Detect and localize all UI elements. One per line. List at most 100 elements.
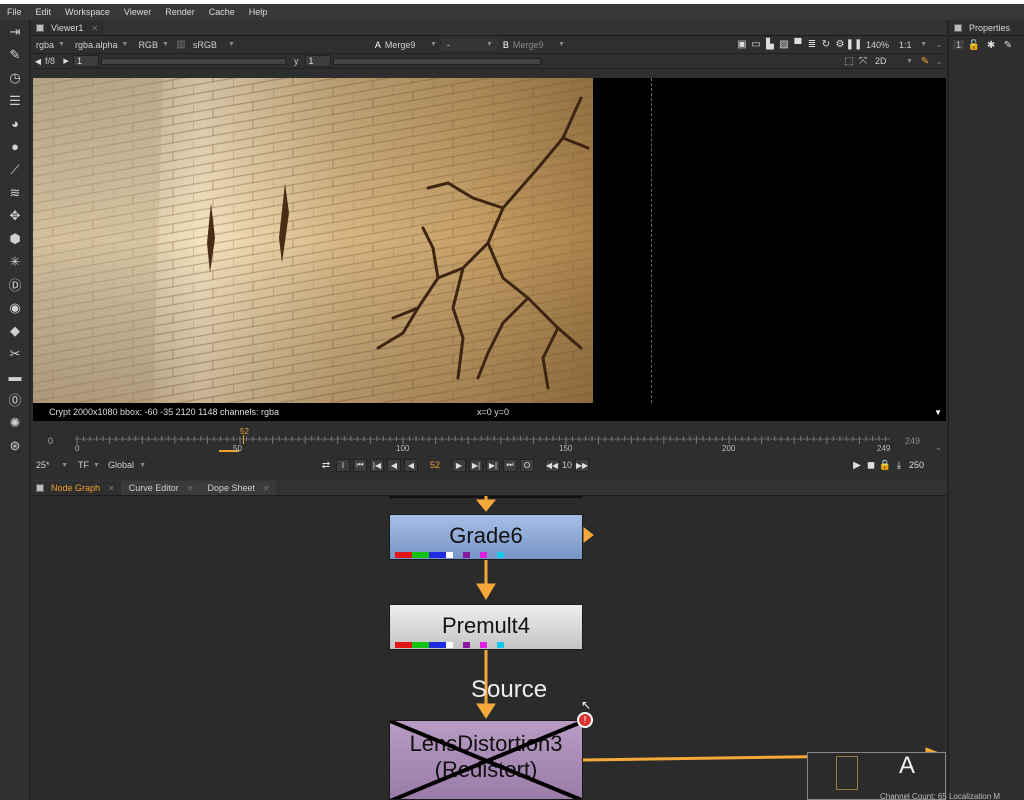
play-forward-button[interactable]: ▶	[452, 458, 466, 472]
3d-tools-icon[interactable]: ⬢	[0, 227, 30, 250]
color-tools-icon[interactable]: ◕	[0, 112, 30, 135]
input-a-dropdown[interactable]: A Merge9 ▼	[370, 38, 442, 51]
refresh-icon[interactable]: ↻	[819, 38, 833, 51]
clip-warning-icon[interactable]: ▥	[174, 38, 188, 51]
in-point-button[interactable]: I	[336, 458, 350, 472]
pause-icon[interactable]: ❚❚	[846, 38, 863, 51]
tf-dropdown[interactable]: TF ▼	[73, 459, 103, 472]
output-icon[interactable]: ▀	[791, 38, 805, 51]
deep-tools-icon[interactable]: Ⓓ	[0, 273, 30, 296]
close-icon[interactable]: ✕	[91, 24, 98, 33]
keyer-tools-icon[interactable]: ⟋	[0, 158, 30, 181]
node-lensdistortion3[interactable]: LensDistortion3 (Redistort)	[389, 720, 583, 800]
proxy-dropdown[interactable]: 1:1 ▼	[894, 38, 932, 51]
tab-curve-editor[interactable]: Curve Editor ✕	[120, 481, 200, 495]
zoom-dropdown[interactable]: 140%	[861, 38, 894, 51]
loop-icon[interactable]: ⇄	[319, 459, 333, 472]
node-premult4[interactable]: Premult4	[389, 604, 583, 650]
menu-help[interactable]: Help	[242, 7, 275, 17]
monitor-icon[interactable]: ▙	[763, 38, 777, 51]
tab-properties[interactable]: Properties	[949, 21, 1024, 35]
view-mode-dropdown[interactable]: 2D ▼	[870, 55, 918, 68]
range-dropdown[interactable]: Global ▼	[103, 459, 151, 472]
gamma-slider[interactable]	[332, 57, 541, 65]
menu-edit[interactable]: Edit	[29, 7, 59, 17]
timeline-current-marker[interactable]: 52	[240, 427, 249, 436]
viewer-empty-area[interactable]	[593, 78, 946, 403]
list-icon[interactable]: ≣	[805, 38, 819, 51]
capture-icon[interactable]: ◼	[864, 459, 878, 472]
next-keyframe-button[interactable]: ▶|	[486, 458, 500, 472]
current-frame-field[interactable]: 52	[421, 459, 449, 472]
channel-tools-icon[interactable]: ☰	[0, 89, 30, 112]
tab-dope-sheet[interactable]: Dope Sheet ✕	[199, 481, 276, 495]
time-tools-icon[interactable]: ◷	[0, 66, 30, 89]
timeline[interactable]: 0 52 0 50 100 150 200 249 249 ⌄	[31, 427, 946, 455]
channel-dropdown[interactable]: rgba.alpha ▼	[70, 38, 133, 51]
roi-icon[interactable]: ▣	[735, 38, 749, 51]
nuke-logo-icon[interactable]: ⊛	[0, 434, 30, 457]
draw-tools-icon[interactable]: ✎	[0, 43, 30, 66]
menu-cache[interactable]: Cache	[202, 7, 242, 17]
pane-menu-icon[interactable]	[36, 484, 44, 492]
filter-tools-icon[interactable]: ●	[0, 135, 30, 158]
close-icon[interactable]: ✕	[108, 484, 115, 493]
stripes-icon[interactable]: ▨	[777, 38, 791, 51]
step-forward-button[interactable]: ▶▶	[575, 458, 590, 472]
views-tools-icon[interactable]: ◉	[0, 296, 30, 319]
timeline-playhead[interactable]	[243, 435, 244, 444]
end-frame-field[interactable]: 250	[906, 459, 938, 471]
display-dropdown[interactable]: RGB ▼	[133, 38, 173, 51]
lock-icon[interactable]: 🔒	[878, 459, 892, 472]
next-frame-button[interactable]: ▶|	[469, 458, 483, 472]
input-b-dropdown[interactable]: B Merge9 ▼	[498, 38, 570, 51]
expand-icon[interactable]: ⌄	[932, 55, 946, 68]
merge-tools-icon[interactable]: ≋	[0, 181, 30, 204]
particles-tools-icon[interactable]: ✳	[0, 250, 30, 273]
gain-slider[interactable]	[101, 57, 287, 65]
timeline-start-field[interactable]: 0	[48, 436, 53, 446]
furnace-tools-icon[interactable]: ⓪	[0, 388, 30, 411]
expand-icon[interactable]: ⌄	[935, 443, 942, 452]
plugins-tools-icon[interactable]: ✺	[0, 411, 30, 434]
flipbook-icon[interactable]: ▶	[850, 459, 864, 472]
transform-tools-icon[interactable]: ✥	[0, 204, 30, 227]
prev-frame-button[interactable]: ◀	[387, 458, 401, 472]
axis-icon[interactable]: ⤧	[856, 55, 870, 68]
step-value[interactable]: 10	[562, 460, 572, 470]
prev-keyframe-button[interactable]: |◀	[370, 458, 384, 472]
first-frame-button[interactable]: ⏮	[353, 458, 367, 472]
layer-dropdown[interactable]: rgba ▼	[31, 38, 70, 51]
menu-viewer[interactable]: Viewer	[117, 7, 158, 17]
tab-viewer1[interactable]: Viewer1 ✕	[31, 21, 105, 35]
fstop-toggle-icon[interactable]: ◀	[31, 55, 45, 68]
clear-panels-icon[interactable]: ✱	[984, 39, 998, 52]
toolsets-icon[interactable]: ✂	[0, 342, 30, 365]
chevron-down-icon[interactable]: ▼	[934, 408, 942, 417]
error-badge-icon[interactable]: !	[577, 712, 593, 728]
close-icon[interactable]: ✕	[187, 484, 194, 493]
lock-icon[interactable]: 🔓	[967, 39, 981, 52]
gain-field[interactable]: 1	[73, 55, 100, 67]
timeline-ruler[interactable]	[75, 427, 905, 455]
tab-node-graph[interactable]: Node Graph ✕	[31, 481, 121, 495]
out-point-button[interactable]: O	[520, 458, 534, 472]
fps-dropdown[interactable]: 25* ▼	[31, 459, 73, 472]
menu-render[interactable]: Render	[158, 7, 202, 17]
node-grade6[interactable]: Grade6	[389, 514, 583, 560]
menu-file[interactable]: File	[0, 7, 29, 17]
fstop-arrow-icon[interactable]: ▶	[59, 55, 73, 68]
expand-icon[interactable]: ⌄	[932, 38, 946, 51]
gamma-field[interactable]: 1	[304, 55, 331, 67]
viewer-image[interactable]	[33, 78, 593, 403]
play-backward-button[interactable]: ◀	[404, 458, 418, 472]
metadata-tools-icon[interactable]: ◆	[0, 319, 30, 342]
close-icon[interactable]: ✕	[263, 484, 270, 493]
export-icon[interactable]: ⤓	[892, 459, 906, 472]
step-back-button[interactable]: ◀◀	[545, 458, 559, 472]
pane-menu-icon[interactable]	[954, 24, 962, 32]
other-tools-icon[interactable]: ▬	[0, 365, 30, 388]
menu-workspace[interactable]: Workspace	[58, 7, 117, 17]
wipe-op-dropdown[interactable]: - ▼	[441, 38, 498, 51]
roi-select-icon[interactable]: ⬚	[842, 55, 856, 68]
